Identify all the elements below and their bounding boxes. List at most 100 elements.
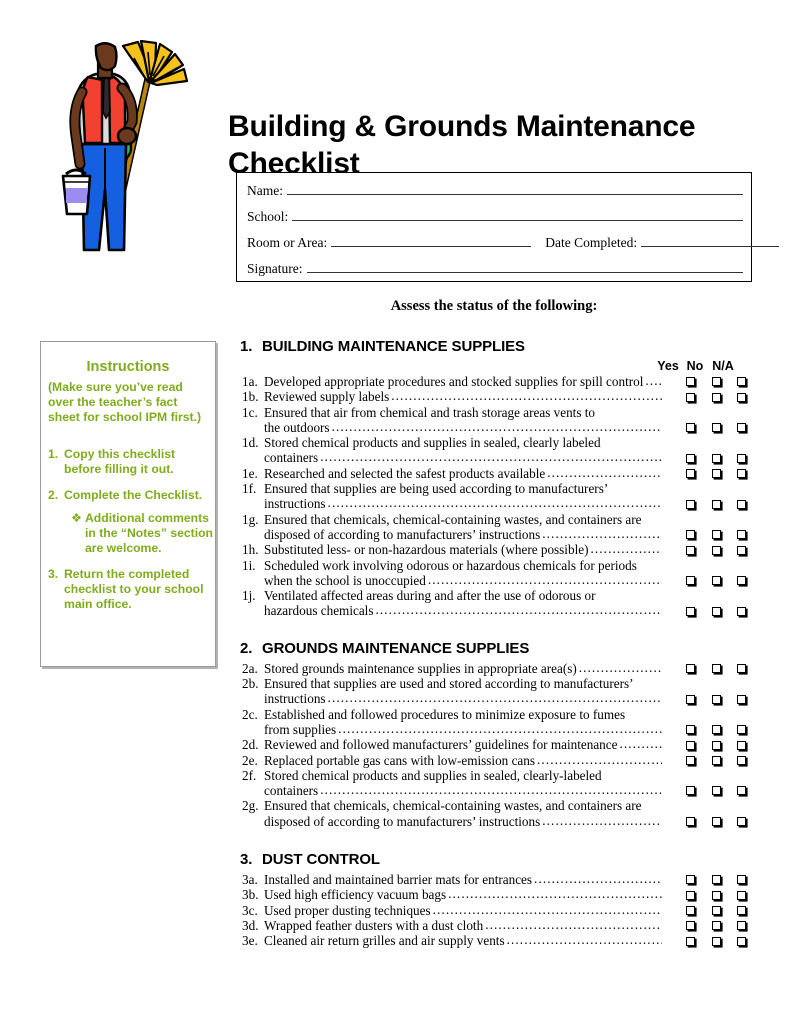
checkbox-yes[interactable] xyxy=(686,921,695,931)
checkbox-na[interactable] xyxy=(737,530,746,540)
column-header-na: N/A xyxy=(712,359,734,373)
checkbox-no[interactable] xyxy=(712,499,721,509)
checkbox-no[interactable] xyxy=(712,786,721,796)
checkbox-na[interactable] xyxy=(737,890,746,900)
checkbox-no[interactable] xyxy=(712,606,721,616)
dot-leader: ........................................… xyxy=(432,901,662,917)
checkbox-na[interactable] xyxy=(737,392,746,402)
checkbox-yes[interactable] xyxy=(686,545,695,555)
checklist-item-line-text: disposed of according to manufacturers’ … xyxy=(264,526,541,542)
checkbox-no[interactable] xyxy=(712,664,721,674)
checkbox-na[interactable] xyxy=(737,905,746,915)
checklist-item-text: Reviewed and followed manufacturers’ gui… xyxy=(264,736,662,752)
checkbox-no[interactable] xyxy=(712,576,721,586)
checkbox-na[interactable] xyxy=(737,453,746,463)
checkbox-no[interactable] xyxy=(712,392,721,402)
school-input-rule[interactable] xyxy=(292,209,743,221)
checkbox-na[interactable] xyxy=(737,725,746,735)
dot-leader: ........................................… xyxy=(619,736,662,752)
checkbox-yes[interactable] xyxy=(686,755,695,765)
checkbox-no[interactable] xyxy=(712,377,721,387)
checkbox-no[interactable] xyxy=(712,875,721,885)
checkbox-no[interactable] xyxy=(712,936,721,946)
room-or-area-input-rule[interactable] xyxy=(331,235,532,247)
checkbox-na[interactable] xyxy=(737,499,746,509)
checkbox-na[interactable] xyxy=(737,740,746,750)
checkbox-no[interactable] xyxy=(712,694,721,704)
room-date-row: Room or Area: Date Completed: xyxy=(247,235,780,251)
checkbox-na[interactable] xyxy=(737,576,746,586)
checkbox-yes[interactable] xyxy=(686,423,695,433)
checkbox-na[interactable] xyxy=(737,786,746,796)
checkbox-no[interactable] xyxy=(712,453,721,463)
dot-leader: ........................................… xyxy=(320,782,662,798)
checklist-item-text: Stored chemical products and supplies in… xyxy=(264,435,662,466)
checkbox-na[interactable] xyxy=(737,545,746,555)
checkbox-yes[interactable] xyxy=(686,890,695,900)
checklist-item-line-text: Reviewed supply labels xyxy=(264,389,390,405)
checkbox-yes[interactable] xyxy=(686,740,695,750)
checkbox-yes[interactable] xyxy=(686,817,695,827)
checklist-item-line: Installed and maintained barrier mats fo… xyxy=(264,871,662,887)
checkbox-yes[interactable] xyxy=(686,499,695,509)
checkbox-na[interactable] xyxy=(737,423,746,433)
checkbox-yes[interactable] xyxy=(686,725,695,735)
checkbox-no[interactable] xyxy=(712,469,721,479)
answer-checkboxes xyxy=(662,496,746,511)
checkbox-yes[interactable] xyxy=(686,905,695,915)
checkbox-na[interactable] xyxy=(737,936,746,946)
checkbox-yes[interactable] xyxy=(686,576,695,586)
checkbox-no[interactable] xyxy=(712,817,721,827)
checkbox-yes[interactable] xyxy=(686,786,695,796)
checkbox-na[interactable] xyxy=(737,377,746,387)
checkbox-no[interactable] xyxy=(712,890,721,900)
checkbox-yes[interactable] xyxy=(686,453,695,463)
checkbox-yes[interactable] xyxy=(686,875,695,885)
checkbox-no[interactable] xyxy=(712,423,721,433)
checkbox-yes[interactable] xyxy=(686,694,695,704)
checkbox-no[interactable] xyxy=(712,740,721,750)
date-completed-input-rule[interactable] xyxy=(641,235,780,247)
checkbox-na[interactable] xyxy=(737,921,746,931)
checklist-item-line: Used high efficiency vacuum bags........… xyxy=(264,886,662,902)
section-number: 3. xyxy=(240,851,253,869)
checkbox-yes[interactable] xyxy=(686,664,695,674)
checkbox-no[interactable] xyxy=(712,545,721,555)
checkbox-yes[interactable] xyxy=(686,606,695,616)
checklist-item-text: Ensured that supplies are used and store… xyxy=(264,676,662,707)
checklist-item-line: Reviewed and followed manufacturers’ gui… xyxy=(264,736,662,752)
checkbox-na[interactable] xyxy=(737,755,746,765)
checkbox-no[interactable] xyxy=(712,921,721,931)
checkbox-yes[interactable] xyxy=(686,936,695,946)
checkbox-no[interactable] xyxy=(712,755,721,765)
checkbox-yes[interactable] xyxy=(686,469,695,479)
checklist-item: 2b. Ensured that supplies are used and st… xyxy=(240,676,746,707)
checklist-item-line: Stored grounds maintenance supplies in a… xyxy=(264,659,662,676)
checkbox-yes[interactable] xyxy=(686,392,695,402)
answer-checkboxes xyxy=(662,722,746,737)
name-input-rule[interactable] xyxy=(287,183,743,195)
checkbox-yes[interactable] xyxy=(686,530,695,540)
checklist-item-text: Used proper dusting techniques..........… xyxy=(264,901,662,918)
section-heading: 2. GROUNDS MAINTENANCE SUPPLIES xyxy=(240,640,740,657)
checklist-item: 2a. Stored grounds maintenance supplies i… xyxy=(240,659,746,676)
checkbox-no[interactable] xyxy=(712,905,721,915)
dot-leader: ........................................… xyxy=(578,659,662,675)
checkbox-na[interactable] xyxy=(737,694,746,704)
answer-checkboxes xyxy=(662,918,746,933)
signature-input-rule[interactable] xyxy=(306,261,743,273)
checklist-item: 1f. Ensured that supplies are being used … xyxy=(240,481,746,512)
checkbox-na[interactable] xyxy=(737,875,746,885)
checkbox-na[interactable] xyxy=(737,664,746,674)
checklist-item-line: Ensured that chemicals, chemical-contain… xyxy=(264,798,642,814)
checklist-item-label: 1h. xyxy=(242,542,259,558)
checkbox-na[interactable] xyxy=(737,469,746,479)
answer-checkboxes xyxy=(662,783,746,798)
checklist-item-label: 1e. xyxy=(242,465,258,481)
checkbox-yes[interactable] xyxy=(686,377,695,387)
assess-status-heading: Assess the status of the following: xyxy=(390,298,598,314)
checkbox-na[interactable] xyxy=(737,606,746,616)
checkbox-no[interactable] xyxy=(712,530,721,540)
checkbox-no[interactable] xyxy=(712,725,721,735)
checkbox-na[interactable] xyxy=(737,817,746,827)
